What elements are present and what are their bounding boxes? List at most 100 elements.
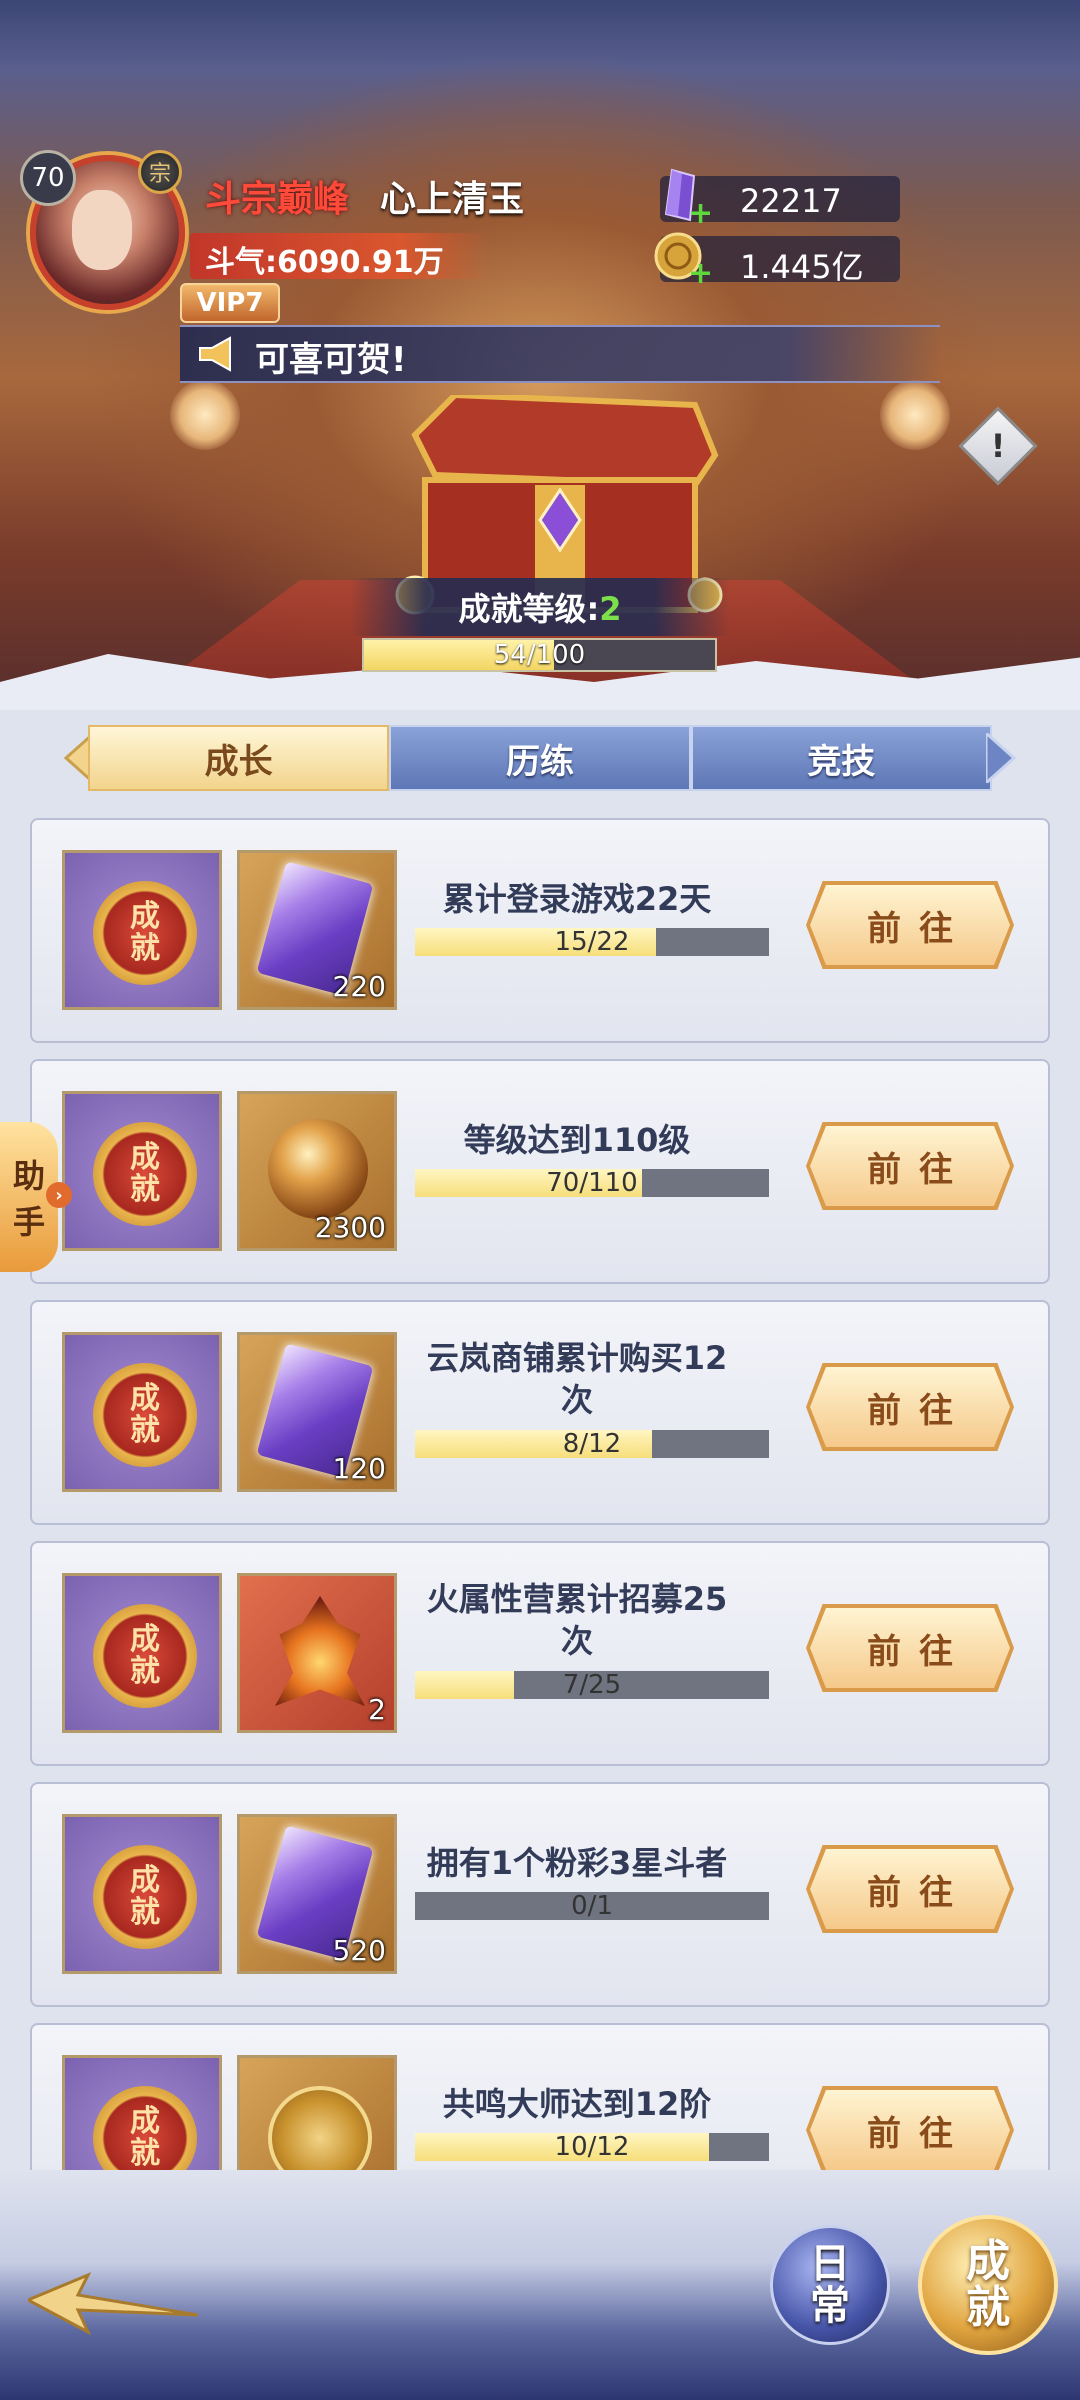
- achievement-progress-text: 54/100: [493, 640, 586, 670]
- medal-text: 成就: [130, 1622, 160, 1689]
- medal-text: 成就: [130, 2104, 160, 2170]
- player-avatar-frame[interactable]: 70 宗: [20, 150, 190, 320]
- exclamation-icon: !: [990, 427, 1006, 465]
- helper-label-top: 助: [12, 1157, 45, 1195]
- tab-arena[interactable]: 竞技: [690, 725, 992, 791]
- achievement-nav-label-top: 成: [966, 2236, 1010, 2287]
- go-button[interactable]: 前往: [810, 1849, 1010, 1929]
- task-progress-text: 15/22: [554, 927, 630, 957]
- helper-side-button[interactable]: 助 手 ›: [0, 1122, 72, 1272]
- lantern-decoration: [880, 380, 950, 450]
- daily-nav-button[interactable]: 日 常: [770, 2225, 890, 2345]
- medal-text: 成就: [130, 899, 160, 966]
- medal-text: 成就: [130, 1863, 160, 1930]
- task-progress-text: 8/12: [562, 1429, 622, 1459]
- achievement-medal-slot: 成就: [62, 2055, 222, 2170]
- task-title: 云岚商铺累计购买12次: [426, 1339, 728, 1419]
- medal-text: 成就: [130, 1381, 160, 1448]
- task-progress-text: 70/110: [546, 1168, 638, 1198]
- reward-item-slot[interactable]: 220: [237, 850, 397, 1010]
- back-arrow-icon[interactable]: [28, 2270, 198, 2340]
- chevron-right-icon: ›: [46, 1182, 72, 1208]
- task-title: 火属性营累计招募25次: [426, 1580, 728, 1660]
- reward-quantity: 2300: [314, 1211, 386, 1244]
- player-name: 心上清玉: [380, 179, 525, 220]
- achievement-medal-slot: 成就: [62, 1573, 222, 1733]
- task-progress-text: 7/25: [562, 1670, 622, 1700]
- reward-quantity: 220: [332, 970, 386, 1003]
- gold-amount: 1.445亿: [740, 248, 864, 286]
- rank-icon: 宗: [138, 150, 182, 194]
- task-title: 累计登录游戏22天: [442, 880, 712, 918]
- currency-crystal[interactable]: + 22217: [660, 168, 900, 229]
- reward-item-slot[interactable]: 520: [237, 1814, 397, 1974]
- horn-icon: [199, 336, 231, 372]
- achievement-medal-icon: 成就: [93, 881, 197, 985]
- reward-quantity: 520: [332, 1934, 386, 1967]
- task-progress-bar: 70/110: [415, 1169, 769, 1197]
- task-card: 成就 120 云岚商铺累计购买12次 8/12 前往: [30, 1300, 1050, 1525]
- announcement-text: 可喜可贺!: [255, 340, 407, 380]
- task-progress-bar: 10/12: [415, 2133, 769, 2161]
- task-card: 成就 220 累计登录游戏22天 15/22 前往: [30, 818, 1050, 1043]
- achievement-medal-slot: 成就: [62, 850, 222, 1010]
- reward-item-slot[interactable]: 2: [237, 1573, 397, 1733]
- vip-badge[interactable]: VIP7: [180, 283, 280, 323]
- fire-emblem-icon: [275, 1596, 365, 1706]
- player-power: 斗气:6090.91万: [205, 245, 444, 280]
- category-tabs: 成长 历练 竞技: [88, 725, 992, 791]
- task-progress-bar: 15/22: [415, 928, 769, 956]
- avatar-face: [72, 190, 132, 270]
- task-card: 成就 520 拥有1个粉彩3星斗者 0/1 前往: [30, 1782, 1050, 2007]
- reward-quantity: 120: [332, 1452, 386, 1485]
- tab-growth[interactable]: 成长: [88, 725, 390, 791]
- achievement-medal-slot: 成就: [62, 1332, 222, 1492]
- task-progress-bar: 8/12: [415, 1430, 769, 1458]
- gold-coin-icon: [268, 2086, 372, 2170]
- task-card: 成就 2 火属性营累计招募25次 7/25 前往: [30, 1541, 1050, 1766]
- achievement-medal-slot: 成就: [62, 1814, 222, 1974]
- tab-training[interactable]: 历练: [389, 725, 691, 791]
- go-button[interactable]: 前往: [810, 1367, 1010, 1447]
- tab-right-cap: [986, 733, 1017, 783]
- achievement-nav-label-bottom: 就: [966, 2282, 1010, 2333]
- task-title: 共鸣大师达到12阶: [442, 2085, 712, 2123]
- add-gold-icon[interactable]: +: [688, 259, 714, 289]
- task-progress-bar: 0/1: [415, 1892, 769, 1920]
- lantern-decoration: [170, 380, 240, 450]
- currency-gold[interactable]: + 1.445亿: [654, 232, 900, 289]
- medal-text: 成就: [130, 1140, 160, 1207]
- achievement-progress-bar: 54/100: [362, 638, 717, 672]
- achievement-medal-icon: 成就: [93, 1604, 197, 1708]
- daily-label-top: 日: [810, 2241, 850, 2287]
- task-title: 拥有1个粉彩3星斗者: [426, 1844, 728, 1882]
- reward-item-slot[interactable]: [237, 2055, 397, 2170]
- achievement-level-label: 成就等级:: [458, 590, 600, 628]
- go-button[interactable]: 前往: [810, 1126, 1010, 1206]
- go-button[interactable]: 前往: [810, 1608, 1010, 1688]
- player-level-badge: 70: [20, 150, 76, 206]
- reward-item-slot[interactable]: 120: [237, 1332, 397, 1492]
- player-title: 斗宗巅峰: [205, 179, 350, 220]
- achievement-level-value: 2: [599, 590, 622, 628]
- achievement-medal-icon: 成就: [93, 1122, 197, 1226]
- achievement-task-list[interactable]: 成就 220 累计登录游戏22天 15/22 前往 成就 2300 等级达到11…: [30, 818, 1050, 2170]
- achievement-medal-icon: 成就: [93, 1845, 197, 1949]
- go-button[interactable]: 前往: [810, 2090, 1010, 2170]
- daily-label-bottom: 常: [810, 2283, 850, 2329]
- crystal-amount: 22217: [740, 182, 842, 220]
- go-button[interactable]: 前往: [810, 885, 1010, 965]
- task-card: 成就 2300 等级达到110级 70/110 前往: [30, 1059, 1050, 1284]
- helper-label-bottom: 手: [12, 1203, 45, 1241]
- achievement-medal-slot: 成就: [62, 1091, 222, 1251]
- gold-orb-icon: [268, 1119, 368, 1219]
- achievement-level: 成就等级:2: [350, 584, 730, 630]
- task-title: 等级达到110级: [463, 1121, 691, 1159]
- reward-quantity: 2: [368, 1693, 386, 1726]
- add-crystal-icon[interactable]: +: [688, 199, 714, 229]
- reward-item-slot[interactable]: 2300: [237, 1091, 397, 1251]
- achievement-medal-icon: 成就: [93, 1363, 197, 1467]
- achievement-nav-button[interactable]: 成 就: [918, 2215, 1058, 2355]
- task-progress-text: 0/1: [571, 1891, 613, 1921]
- task-progress-bar: 7/25: [415, 1671, 769, 1699]
